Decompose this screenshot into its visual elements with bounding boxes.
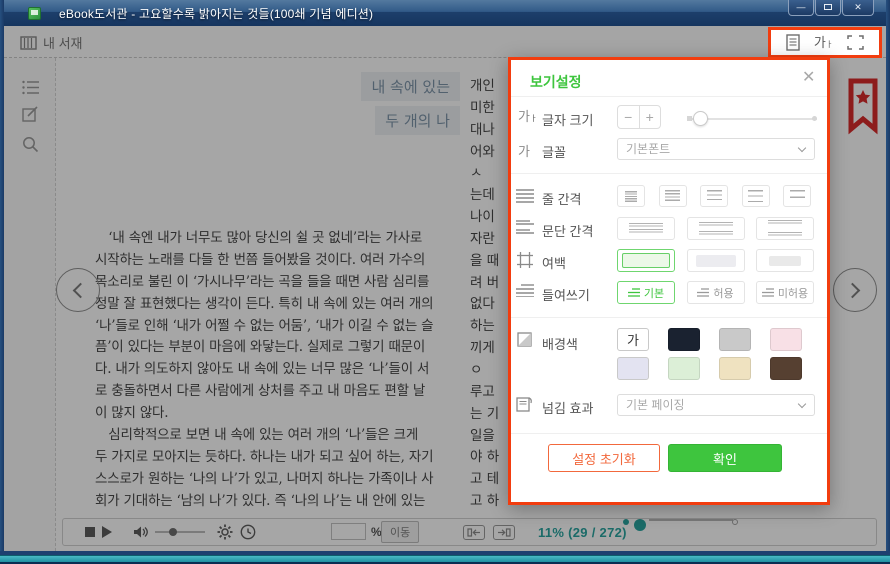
divider <box>511 317 827 318</box>
divider <box>511 433 827 434</box>
indent-option-button[interactable]: 미허용 <box>756 281 814 304</box>
chevron-down-icon <box>798 144 806 152</box>
font-family-label: 글꼴 <box>542 142 566 161</box>
paragraph-spacing-options <box>617 217 814 240</box>
indent-icon <box>516 284 534 297</box>
background-color-swatch[interactable]: 가 <box>617 328 649 351</box>
page-effect-icon <box>516 396 532 412</box>
background-color-icon <box>517 332 532 347</box>
line-spacing-option-button[interactable] <box>700 185 728 207</box>
window-frame-right <box>886 0 890 564</box>
fullscreen-icon[interactable] <box>847 35 864 50</box>
indent-option-glyph <box>762 288 774 298</box>
line-spacing-option-button[interactable] <box>617 185 645 207</box>
indent-option-glyph <box>628 288 640 298</box>
page-view-icon[interactable] <box>786 34 800 51</box>
background-color-swatch[interactable] <box>719 328 751 351</box>
chevron-down-icon <box>798 400 806 408</box>
paragraph-spacing-glyph <box>768 220 802 237</box>
indent-options: 기본 허용 미허용 <box>617 281 814 304</box>
line-spacing-glyph <box>625 191 637 202</box>
margin-glyph <box>696 255 736 267</box>
indent-option-label: 기본 <box>644 285 664 301</box>
background-color-swatch[interactable] <box>770 328 802 351</box>
line-spacing-glyph <box>790 190 805 203</box>
paragraph-spacing-icon <box>516 220 534 234</box>
background-color-label: 배경색 <box>542 334 578 353</box>
view-settings-panel: 보기설정 ✕ 가ㅏ 글자 크기 − + 가 글꼴 기본폰트 줄 간격 <box>508 57 830 505</box>
background-color-swatches-row1: 가 <box>617 328 802 351</box>
font-size-stepper: − + <box>617 105 661 129</box>
confirm-button[interactable]: 확인 <box>668 444 782 472</box>
reset-settings-button[interactable]: 설정 초기화 <box>548 444 660 472</box>
maximize-icon <box>824 4 832 10</box>
font-size-icon: 가ㅏ <box>518 110 537 123</box>
margin-icon <box>517 252 533 268</box>
paragraph-spacing-option-button[interactable] <box>756 217 814 240</box>
paragraph-spacing-label: 문단 간격 <box>542 221 593 240</box>
paragraph-spacing-glyph <box>699 222 733 236</box>
font-settings-icon[interactable]: 가ㅏ <box>814 36 833 49</box>
panel-close-icon[interactable]: ✕ <box>802 67 815 87</box>
line-spacing-label: 줄 간격 <box>542 189 582 208</box>
panel-title: 보기설정 <box>530 72 582 92</box>
close-button[interactable]: ✕ <box>842 0 874 16</box>
margin-option-button[interactable] <box>617 249 675 272</box>
line-spacing-option-button[interactable] <box>742 185 770 207</box>
line-spacing-icon <box>516 189 534 203</box>
maximize-button[interactable] <box>815 0 841 16</box>
background-color-swatches-row2 <box>617 357 802 380</box>
divider <box>511 96 827 97</box>
paragraph-spacing-glyph <box>629 223 663 234</box>
font-family-icon: 가 <box>518 141 530 160</box>
indent-option-label: 허용 <box>713 285 733 301</box>
line-spacing-glyph <box>707 190 722 203</box>
margin-option-button[interactable] <box>756 249 814 272</box>
divider <box>511 173 827 174</box>
window-title: eBook도서관 - 고요할수록 밝아지는 것들(100쇄 기념 에디션) <box>59 5 373 22</box>
indent-option-button[interactable]: 허용 <box>687 281 745 304</box>
font-size-increase-button[interactable]: + <box>640 106 661 128</box>
indent-option-label: 미허용 <box>778 285 808 301</box>
app-icon <box>28 7 41 20</box>
background-color-swatch[interactable] <box>770 357 802 380</box>
view-tools-highlight: 가ㅏ <box>768 27 882 58</box>
font-family-value: 기본폰트 <box>626 142 670 156</box>
margin-option-button[interactable] <box>687 249 745 272</box>
margin-glyph <box>622 253 670 268</box>
background-color-swatch[interactable] <box>719 357 751 380</box>
page-effect-value: 기본 페이징 <box>626 398 685 412</box>
background-color-swatch[interactable] <box>668 328 700 351</box>
slider-end-mark <box>812 116 817 121</box>
line-spacing-options <box>617 185 811 207</box>
background-color-swatch[interactable] <box>617 357 649 380</box>
indent-option-button[interactable]: 기본 <box>617 281 675 304</box>
line-spacing-option-button[interactable] <box>783 185 811 207</box>
app-window: eBook도서관 - 고요할수록 밝아지는 것들(100쇄 기념 에디션) — … <box>0 0 890 564</box>
indent-option-glyph <box>697 288 709 298</box>
margin-glyph <box>769 256 801 266</box>
margin-options <box>617 249 814 272</box>
line-spacing-glyph <box>665 190 680 203</box>
slider-start-mark <box>687 116 692 121</box>
slider-handle[interactable] <box>693 111 708 126</box>
taskbar-strip <box>0 555 890 562</box>
paragraph-spacing-option-button[interactable] <box>687 217 745 240</box>
background-color-swatch[interactable] <box>668 357 700 380</box>
paragraph-spacing-option-button[interactable] <box>617 217 675 240</box>
font-size-label: 글자 크기 <box>542 110 593 129</box>
line-spacing-option-button[interactable] <box>659 185 687 207</box>
window-frame-left <box>0 0 4 564</box>
font-family-select[interactable]: 기본폰트 <box>617 138 815 160</box>
font-size-decrease-button[interactable]: − <box>618 106 640 128</box>
indent-label: 들여쓰기 <box>542 285 590 304</box>
margin-label: 여백 <box>542 253 566 272</box>
page-effect-select[interactable]: 기본 페이징 <box>617 394 815 416</box>
line-spacing-glyph <box>748 190 763 203</box>
minimize-button[interactable]: — <box>788 0 814 16</box>
page-effect-label: 넘김 효과 <box>542 398 593 417</box>
titlebar: eBook도서관 - 고요할수록 밝아지는 것들(100쇄 기념 에디션) — … <box>0 0 890 26</box>
